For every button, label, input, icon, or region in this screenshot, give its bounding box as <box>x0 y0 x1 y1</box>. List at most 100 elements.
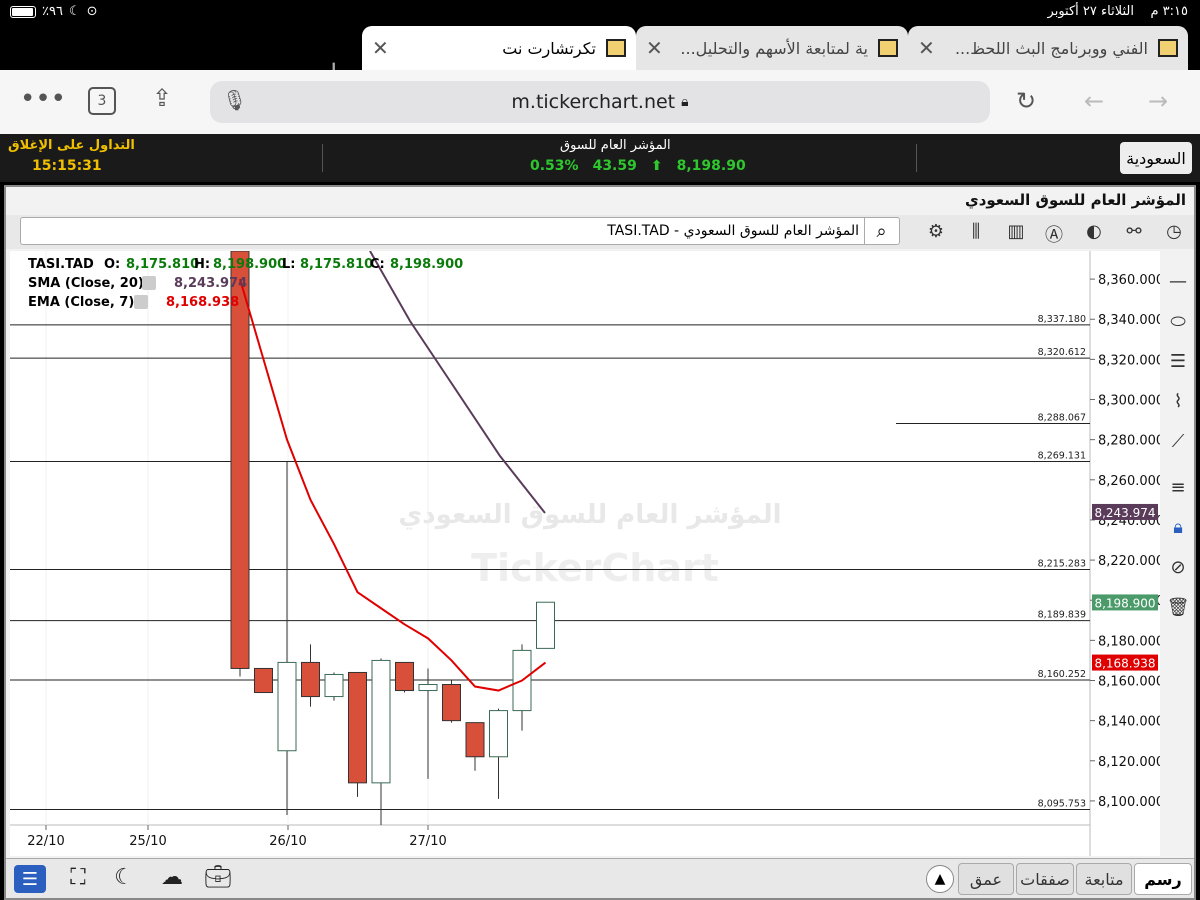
drawings-list-icon[interactable]: ≡ <box>1166 477 1190 501</box>
tab-chart[interactable]: رسم <box>1134 863 1192 895</box>
tab-watchlist[interactable]: متابعة <box>1076 863 1132 895</box>
bottom-bar: ☰ ⛶ ☾ ☁ 💼︎ ▲ عمق صفقات متابعة رسم <box>6 858 1194 898</box>
line-tool-icon[interactable]: — <box>1166 271 1190 295</box>
battery-percent: ٪٩٦ <box>42 4 63 19</box>
chart-area[interactable]: المؤشر العام للسوق السعودي TickerChart 8… <box>10 250 1164 856</box>
candle-down <box>254 667 273 694</box>
browser-tab[interactable]: الفني ووبرنامج البث اللحظ... ✕ <box>908 26 1188 70</box>
sma-line <box>369 250 546 514</box>
legend-low: 8,175.810 <box>300 257 373 272</box>
dark-mode-icon[interactable]: ☾ <box>110 865 138 893</box>
legend-close: 8,198.900 <box>390 257 463 272</box>
price-tick-label: 8,100.000 <box>1098 795 1160 810</box>
tab-title: تكرتشارت نت <box>502 38 596 58</box>
market-select-button[interactable]: السعودية <box>1120 142 1192 174</box>
tab-chart-label: رسم <box>1144 869 1182 889</box>
status-time: ٣:١٥ م <box>1150 4 1188 19</box>
url-text: m.tickerchart.net <box>511 91 676 113</box>
fibonacci-tool-icon[interactable]: ☰ <box>1166 351 1190 375</box>
watermark-name: المؤشر العام للسوق السعودي <box>398 500 781 530</box>
indicator-icon[interactable]: ◐ <box>1082 221 1106 242</box>
cloud-upload-icon[interactable]: ☁ <box>158 865 186 893</box>
close-tab-icon[interactable]: ✕ <box>918 36 935 60</box>
ellipse-tool-icon[interactable]: ⬭ <box>1166 311 1190 335</box>
trash-icon[interactable]: 🗑︎ <box>1166 597 1190 621</box>
sma-price-tag: 8,243.974 <box>1094 506 1155 520</box>
url-field[interactable]: m.tickerchart.net 🔒︎ <box>210 81 990 123</box>
ema-settings-icon[interactable] <box>134 295 148 309</box>
index-last: 8,198.90 <box>676 158 746 174</box>
price-tick-label: 8,260.000 <box>1098 474 1160 489</box>
symbol-text: TASI.TAD - المؤشر العام للسوق السعودي <box>607 223 859 239</box>
legend-high-label: H: <box>194 257 210 272</box>
candle-up <box>418 684 438 692</box>
tab-trades[interactable]: صفقات <box>1016 863 1074 895</box>
location-icon: ⊙ <box>86 4 98 19</box>
candlestick-chart[interactable]: المؤشر العام للسوق السعودي TickerChart 8… <box>10 250 1164 856</box>
browser-tab[interactable]: ية لمتابعة الأسهم والتحليل... ✕ <box>636 26 908 70</box>
portfolio-icon[interactable]: 💼︎ <box>204 865 232 893</box>
search-icon[interactable]: ⌕ <box>864 218 898 244</box>
back-arrow-icon[interactable]: ← <box>1084 87 1104 115</box>
candle-up <box>277 661 297 752</box>
chart-toolbar: TASI.TAD - المؤشر العام للسوق السعودي ⌕ … <box>6 215 1194 249</box>
menu-icon[interactable]: ☰ <box>14 865 46 893</box>
bar-chart-icon[interactable]: ▥ <box>1004 221 1028 242</box>
settings-gear-icon[interactable]: ⚙ <box>924 221 948 242</box>
ema-price-tag: 8,168.938 <box>1094 657 1155 671</box>
moon-icon: ☾ <box>68 4 81 19</box>
level-label: 8,320.612 <box>1038 347 1086 358</box>
clock-icon[interactable]: ◷ <box>1162 221 1186 242</box>
fullscreen-icon[interactable]: ⛶ <box>64 865 92 893</box>
candle-up <box>371 659 391 784</box>
chevron-up-icon[interactable]: ▲ <box>926 865 954 893</box>
browser-tab-active[interactable]: تكرتشارت نت ✕ <box>362 26 636 70</box>
reload-icon[interactable]: ↻ <box>1016 87 1036 115</box>
more-options-icon[interactable]: ••• <box>20 84 66 114</box>
link-icon[interactable]: ⚯ <box>1122 221 1146 242</box>
lock-drawings-icon[interactable]: 🔒︎ <box>1166 517 1190 541</box>
index-change-pct: 0.53% <box>530 158 579 174</box>
price-tick-label: 8,140.000 <box>1098 715 1160 730</box>
tab-depth[interactable]: عمق <box>958 863 1014 895</box>
lock-icon: 🔒︎ <box>681 94 689 110</box>
legend-close-label: C: <box>370 257 385 272</box>
level-label: 8,215.283 <box>1038 559 1086 570</box>
time-tick-label: 27/10 <box>409 834 446 849</box>
chart-panel: المؤشر العام للسوق السعودي TASI.TAD - ال… <box>4 185 1196 900</box>
candle-down <box>301 661 320 698</box>
time-axis: 22/10 25/10 26/10 27/10 <box>27 825 447 849</box>
close-tab-icon[interactable]: ✕ <box>372 36 389 60</box>
time-tick-label: 26/10 <box>269 834 306 849</box>
level-label: 8,337.180 <box>1038 314 1086 325</box>
tab-count-button[interactable]: 3 <box>88 87 116 115</box>
hide-drawings-icon[interactable]: ⊘ <box>1166 557 1190 581</box>
level-label: 8,269.131 <box>1038 450 1086 461</box>
status-left: ٪٩٦ ☾ ⊙ <box>10 4 98 19</box>
sma-settings-icon[interactable] <box>142 276 156 290</box>
legend-low-label: L: <box>282 257 295 272</box>
candle-up <box>324 673 344 698</box>
microphone-icon[interactable]: 🎙︎ <box>222 88 247 112</box>
browser-toolbar: ••• ⇪ m.tickerchart.net 🔒︎ 🎙︎ ↻ ← → <box>0 70 1200 134</box>
ema-line <box>239 278 547 692</box>
wave-tool-icon[interactable]: ⌇ <box>1166 391 1190 415</box>
forward-arrow-icon[interactable]: → <box>1148 87 1168 115</box>
annotation-a-icon[interactable]: Ⓐ <box>1042 221 1066 247</box>
candle-down <box>348 671 367 784</box>
drawing-tools: — ⬭ ☰ ⌇ ⟋ ≡ 🔒︎ ⊘ 🗑︎ <box>1162 251 1194 856</box>
symbol-search-input[interactable]: TASI.TAD - المؤشر العام للسوق السعودي <box>20 217 900 245</box>
indicator-lines <box>239 250 547 692</box>
close-tab-icon[interactable]: ✕ <box>646 36 663 60</box>
tab-depth-label: عمق <box>969 869 1003 889</box>
header-divider <box>916 144 917 172</box>
share-icon[interactable]: ⇪ <box>152 84 172 112</box>
candle-down <box>442 684 461 722</box>
price-tick-label: 8,360.000 <box>1098 273 1160 288</box>
time-tick-label: 25/10 <box>129 834 166 849</box>
candle-up <box>536 601 555 649</box>
level-label: 8,189.839 <box>1038 610 1086 621</box>
pattern-tool-icon[interactable]: ⟋ <box>1166 431 1190 455</box>
candlestick-type-icon[interactable]: ⫼ <box>964 221 988 242</box>
chart-favicon-icon <box>606 39 626 57</box>
